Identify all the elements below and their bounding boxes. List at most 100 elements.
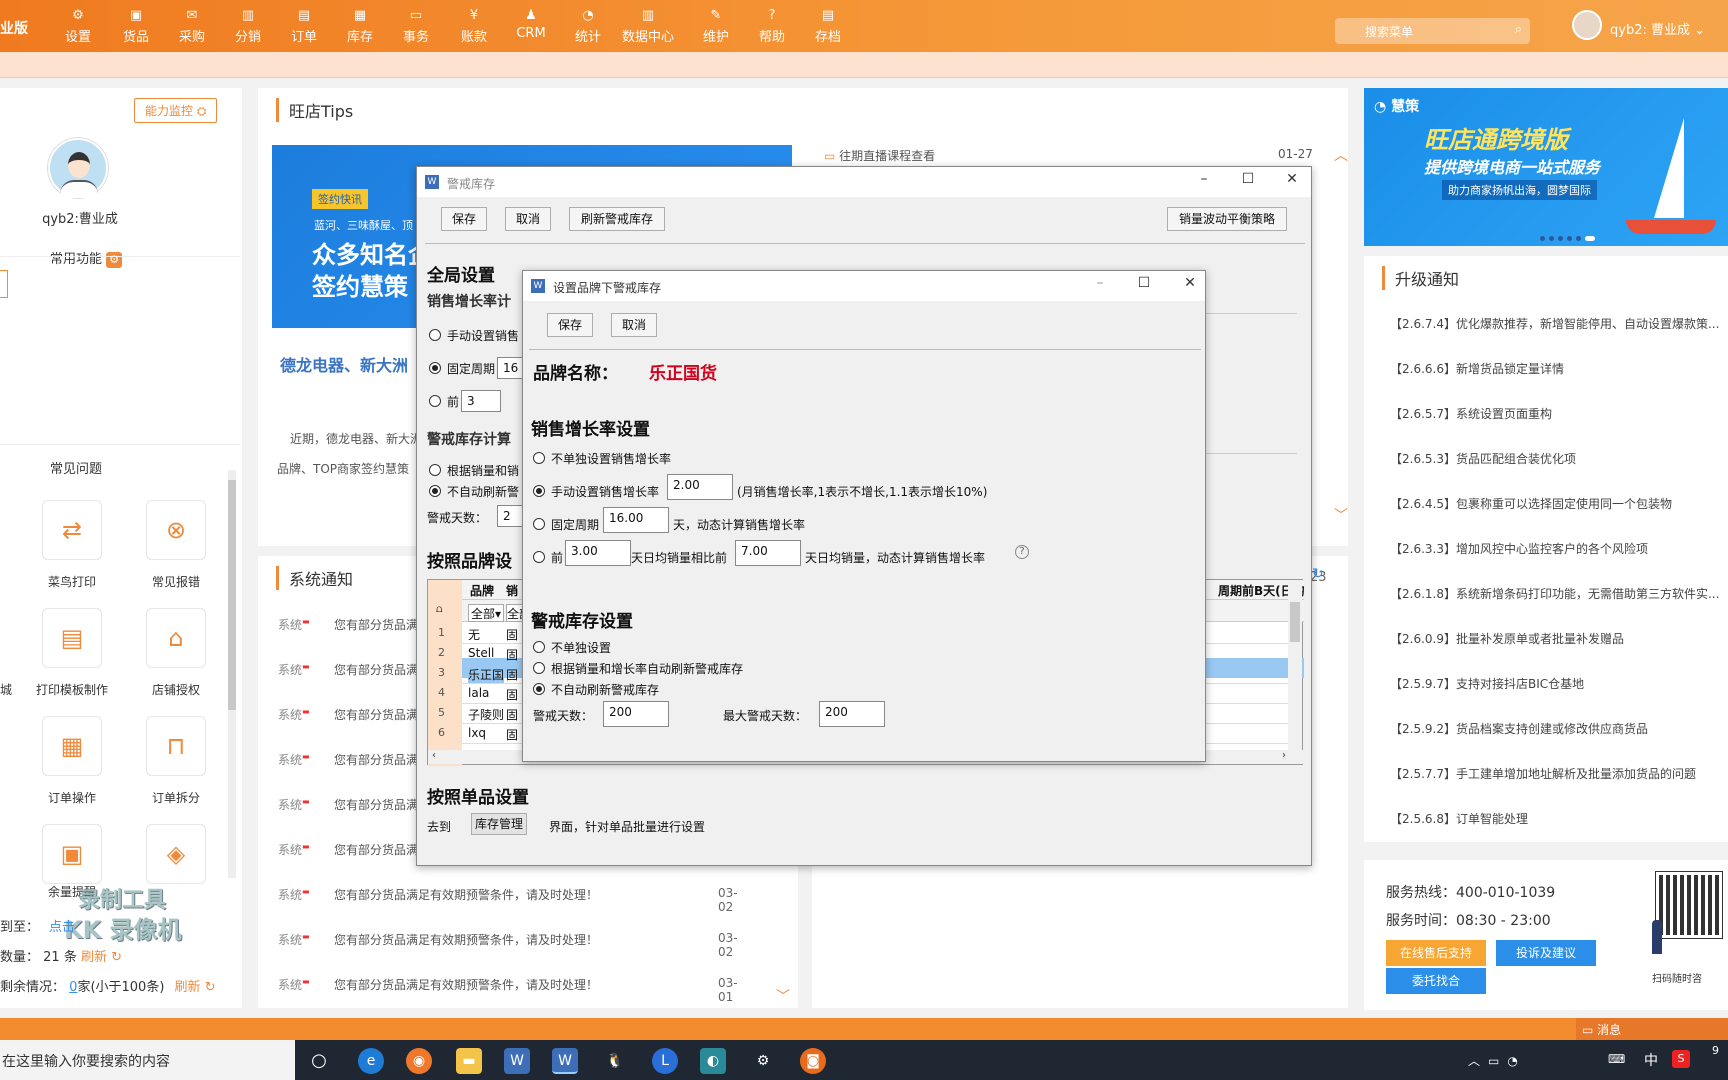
help-icon[interactable]: ? [1015,545,1029,559]
radio-fixed-growth[interactable] [533,518,545,530]
prev-days-input[interactable]: 3 [461,390,501,412]
nav-help[interactable]: ? 帮助 [744,8,800,45]
left-scrollbar[interactable] [228,470,236,878]
refresh-alert-button[interactable]: 刷新警戒库存 [569,207,665,231]
upgrade-item[interactable]: 【2.5.6.8】订单智能处理 [1390,810,1720,827]
alert-save-button[interactable]: 保存 [441,207,487,231]
split-icon[interactable]: ⊓ [146,716,206,776]
upgrade-item[interactable]: 【2.6.3.3】增加风控中心监控客户的各个风险项 [1390,540,1720,557]
transfer-icon[interactable]: ⇄ [42,500,102,560]
upgrade-item[interactable]: 【2.6.5.7】系统设置页面重构 [1390,405,1720,422]
refresh-link-2[interactable]: 刷新 ↻ [175,980,216,995]
fixed-period-growth-input[interactable]: 16.00 [603,507,669,533]
grid-brand-cell[interactable]: Stell [468,646,504,660]
qq-icon[interactable]: 🐧 [602,1048,628,1074]
brand-cancel-button[interactable]: 取消 [611,313,657,337]
close-button[interactable]: ✕ [1277,171,1307,191]
nav-inventory[interactable]: ▦ 库存 [332,8,388,45]
nav-maintenance[interactable]: ✎ 维护 [688,8,744,45]
nav-affairs[interactable]: ▭ 事务 [388,8,444,45]
chevron-down-icon[interactable]: ﹀ [776,986,790,1006]
user-name[interactable]: qyb2: 曹业成 ⌄ [1610,19,1705,38]
upgrade-item[interactable]: 【2.6.5.3】货品匹配组合装优化项 [1390,450,1720,467]
user-avatar[interactable] [1572,10,1602,40]
quick-label-3[interactable]: 店铺授权 [131,681,221,698]
l-app-icon[interactable]: L [652,1048,678,1074]
menu-search-input[interactable]: 搜索菜单 ⌕ [1335,18,1530,44]
close-button[interactable]: ✕ [1175,275,1205,295]
grid-sales-cell[interactable]: 固 [506,706,518,723]
sogou-icon[interactable]: S [1672,1050,1690,1068]
strategy-button[interactable]: 销量波动平衡策略 [1167,207,1287,231]
complaint-button[interactable]: 投诉及建议 [1496,940,1596,966]
online-support-button[interactable]: 在线售后支持 [1386,940,1486,966]
minimize-button[interactable]: – [1085,275,1115,295]
search-icon[interactable]: ⌕ [1515,22,1522,37]
radio-a1[interactable] [533,641,545,653]
brand-filter[interactable]: 全部▾ [468,604,504,622]
quick-label-0[interactable]: 菜鸟打印 [27,573,117,590]
grid-sales-cell[interactable]: 固 [506,686,518,703]
radio-no-separate-growth[interactable] [533,452,545,464]
notice-row[interactable]: 系统▬ 您有部分货品满足有效期预警条件，请及时处理！ 03-01 [278,976,748,1004]
clipboard-icon[interactable]: ▣ [42,824,102,884]
radio-prev-growth[interactable] [533,551,545,563]
grid-header-brand[interactable]: 品牌 [470,582,494,599]
collapsed-tab[interactable] [0,270,8,298]
taskbar-search-box[interactable]: 在这里输入你要搜索的内容 [0,1040,295,1080]
template-icon[interactable]: ▤ [42,608,102,668]
ime-indicator[interactable]: 中 [1644,1050,1658,1070]
grid-sales-cell[interactable]: 固 [506,726,518,743]
grid-sales-cell[interactable]: 固 [506,666,518,683]
compare-days-input[interactable]: 7.00 [735,540,801,566]
grid-sales-cell[interactable]: 固 [506,626,518,643]
app-w-icon[interactable]: W [504,1048,530,1074]
nav-crm[interactable]: ♟ CRM [503,8,559,41]
refresh-link[interactable]: 刷新 ↻ [81,950,122,965]
upgrade-item[interactable]: 【2.5.7.7】手工建单增加地址解析及批量添加货品的问题 [1390,765,1720,782]
radio-fixed[interactable] [429,362,441,374]
firefox-icon[interactable]: ◉ [406,1048,432,1074]
grid-brand-cell[interactable]: lala [468,686,504,700]
prev-days-growth-input[interactable]: 3.00 [565,540,631,566]
nav-statistics[interactable]: ◔ 统计 [560,8,616,45]
radio-by-sales[interactable] [429,464,441,476]
filter-icon[interactable]: ⩍ [436,604,443,615]
entrust-button[interactable]: 委托找合 [1386,968,1486,994]
upgrade-item[interactable]: 【2.6.7.4】优化爆款推荐，新增智能停用、自动设置爆款策... [1390,315,1720,332]
stock-management-button[interactable]: 库存管理 [471,813,527,835]
ability-monitor-button[interactable]: 能力监控 ⛭ [134,98,218,123]
maximize-button[interactable]: ☐ [1233,171,1263,191]
nav-data-center[interactable]: ▥ 数据中心 [620,8,676,45]
notice-row[interactable]: 系统▬ 您有部分货品满足有效期预警条件，请及时处理！ 03-02 [278,931,748,959]
upgrade-item[interactable]: 【2.5.9.7】支持对接抖店BIC仓基地 [1390,675,1720,692]
nav-distribution[interactable]: ▥ 分销 [220,8,276,45]
chevron-up-icon[interactable]: ︿ [1334,145,1348,165]
tips-headline[interactable]: 德龙电器、新大洲 [280,352,408,376]
grid-vscroll[interactable] [1288,580,1302,750]
nav-settings[interactable]: ⚙ 设置 [50,8,106,45]
store-icon[interactable]: ⌂ [146,608,206,668]
message-tab[interactable]: ▭ 消息 [1576,1018,1728,1040]
error-circle-icon[interactable]: ⊗ [146,500,206,560]
grid-header-sales[interactable]: 销 [506,582,518,599]
radio-prev[interactable] [429,395,441,407]
upgrade-item[interactable]: 【2.6.1.8】系统新增条码打印功能，无需借助第三方软件实... [1390,585,1720,602]
carousel-dots[interactable] [1540,230,1620,241]
edge-browser-icon[interactable]: e [358,1048,384,1074]
settings-gear-icon[interactable]: ⚙ [750,1048,776,1074]
nav-order[interactable]: ▤ 订单 [276,8,332,45]
nav-archive[interactable]: ▤ 存档 [800,8,856,45]
cross-border-ad[interactable]: ◔ 慧策 旺店通跨境版 提供跨境电商一站式服务 助力商家扬帆出海，圆梦国际 [1364,88,1728,246]
brand-save-button[interactable]: 保存 [547,313,593,337]
upgrade-item[interactable]: 【2.6.0.9】批量补发原单或者批量补发赠品 [1390,630,1720,647]
quick-label-1[interactable]: 常见报错 [131,573,221,590]
live-course-link[interactable]: ▭ 往期直播课程查看 [824,147,935,164]
minimize-button[interactable]: – [1189,171,1219,191]
notice-row[interactable]: 系统▬ 您有部分货品满足有效期预警条件，请及时处理！ 03-02 [278,886,748,914]
task-view-icon[interactable]: ○ [306,1048,332,1074]
radio-manual[interactable] [429,329,441,341]
screen-recorder-icon[interactable]: ◐ [700,1048,726,1074]
max-alert-days-input[interactable]: 200 [819,701,885,727]
quick-label-2[interactable]: 打印模板制作 [27,681,117,698]
